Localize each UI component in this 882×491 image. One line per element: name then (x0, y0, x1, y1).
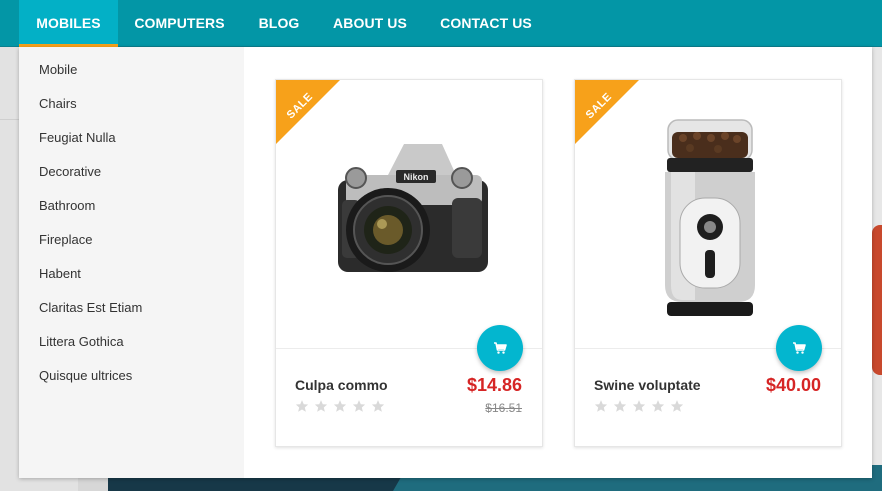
category-link-littera-gothica[interactable]: Littera Gothica (39, 332, 124, 352)
category-link-bathroom[interactable]: Bathroom (39, 196, 95, 216)
rating-stars (295, 399, 385, 413)
nav-item-computers[interactable]: COMPUTERS (128, 0, 231, 47)
category-list: Mobile Chairs Feugiat Nulla Decorative B… (19, 47, 244, 478)
add-to-cart-button[interactable] (477, 325, 523, 371)
star-icon (651, 400, 665, 412)
nav-item-label: BLOG (258, 15, 300, 31)
add-to-cart-button[interactable] (776, 325, 822, 371)
star-icon (371, 400, 385, 412)
star-icon (594, 400, 608, 412)
star-icon (314, 400, 328, 412)
nav-item-blog[interactable]: BLOG (253, 0, 305, 47)
nav-item-label: ABOUT US (333, 15, 407, 31)
cart-icon (494, 342, 507, 354)
star-icon (295, 400, 309, 412)
sale-badge: SALE (575, 80, 639, 144)
product-name-link[interactable]: Culpa commo (295, 377, 388, 393)
main-navbar: MOBILES COMPUTERS BLOG ABOUT US CONTACT … (0, 0, 882, 47)
nav-item-label: COMPUTERS (134, 15, 225, 31)
category-link-mobile[interactable]: Mobile (39, 60, 77, 80)
rating-stars (594, 399, 684, 413)
product-card[interactable]: SALE Swine voluptate $40.00 (574, 79, 842, 447)
product-name-link[interactable]: Swine voluptate (594, 377, 701, 393)
nav-item-contact-us[interactable]: CONTACT US (436, 0, 536, 47)
nav-item-label: MOBILES (36, 15, 101, 31)
cart-icon (793, 342, 806, 354)
product-price: $14.86 (466, 375, 522, 395)
star-icon (613, 400, 627, 412)
star-icon (670, 400, 684, 412)
product-old-price: $16.51 (485, 401, 522, 415)
star-icon (333, 400, 347, 412)
mega-menu-dropdown: Mobile Chairs Feugiat Nulla Decorative B… (19, 47, 872, 478)
sale-badge: SALE (276, 80, 340, 144)
category-link-decorative[interactable]: Decorative (39, 162, 101, 182)
product-card[interactable]: Nikon SALE Culpa commo $14.86 $16.51 (275, 79, 543, 447)
svg-text:Nikon: Nikon (403, 172, 428, 182)
product-price: $40.00 (765, 375, 821, 395)
nav-item-label: CONTACT US (440, 15, 532, 31)
star-icon (632, 400, 646, 412)
nav-item-about-us[interactable]: ABOUT US (329, 0, 411, 47)
category-link-quisque-ultrices[interactable]: Quisque ultrices (39, 366, 132, 386)
category-link-fireplace[interactable]: Fireplace (39, 230, 92, 250)
star-icon (352, 400, 366, 412)
category-link-feugiat-nulla[interactable]: Feugiat Nulla (39, 128, 116, 148)
category-link-chairs[interactable]: Chairs (39, 94, 77, 114)
background-slide-edge (872, 225, 882, 375)
nav-item-mobiles[interactable]: MOBILES (19, 0, 118, 47)
category-link-habent[interactable]: Habent (39, 264, 81, 284)
category-link-claritas-est-etiam[interactable]: Claritas Est Etiam (39, 298, 142, 318)
